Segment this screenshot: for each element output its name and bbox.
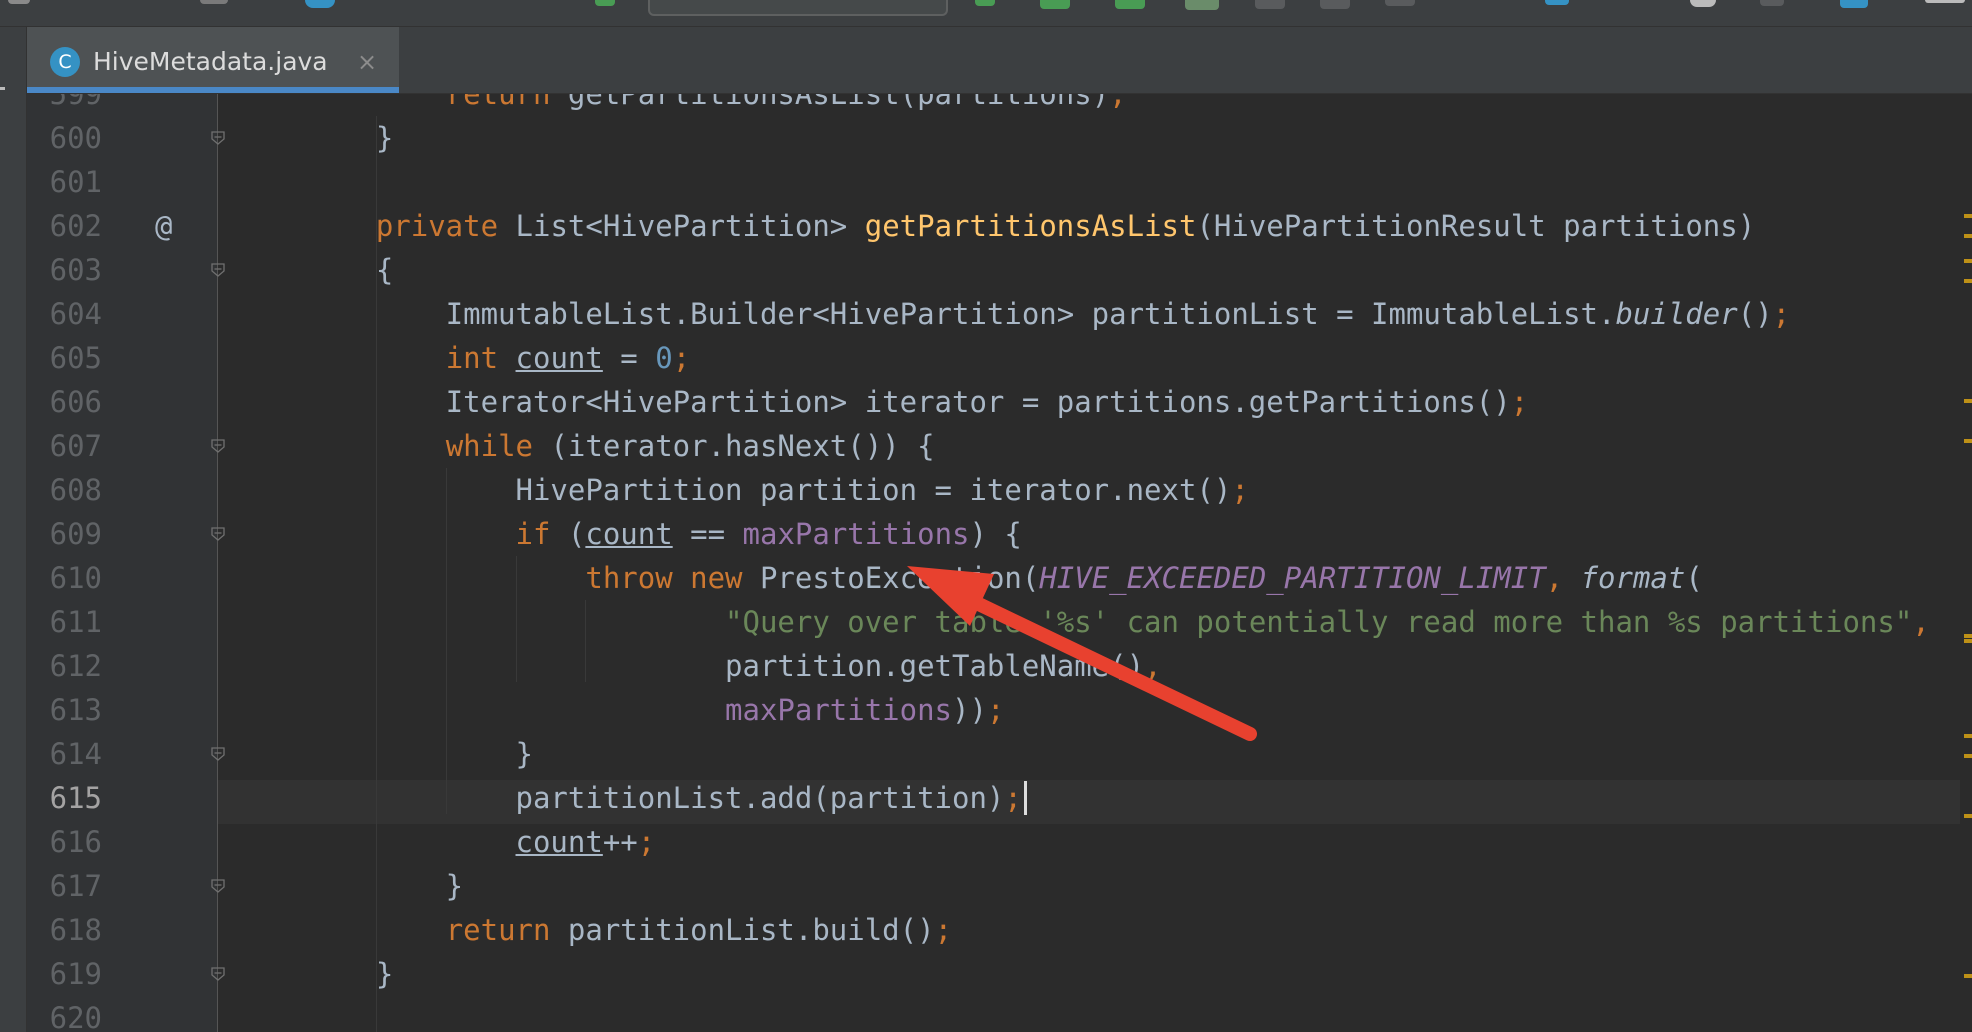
main-toolbar (0, 0, 1972, 27)
active-tab-indicator (27, 87, 399, 93)
vcs-icon[interactable] (1545, 0, 1569, 5)
checkmark-icon[interactable] (595, 0, 615, 6)
red-arrow-annotation (907, 566, 1257, 741)
arrow-shaft (955, 589, 1257, 741)
tab-hivemetadata-java[interactable]: C HiveMetadata.java × (27, 27, 399, 93)
layout-icon[interactable] (1385, 0, 1415, 6)
tab-title: HiveMetadata.java (93, 47, 328, 76)
debug-icon[interactable] (1115, 0, 1145, 9)
run-icon[interactable] (1040, 0, 1070, 9)
java-class-icon: C (50, 47, 80, 77)
profile-icon[interactable] (1255, 0, 1285, 9)
editor-tab-bar: C HiveMetadata.java × (27, 27, 1972, 94)
toolbar-end-icon[interactable] (1925, 0, 1965, 3)
tab-close-icon[interactable]: × (357, 43, 377, 81)
project-icon[interactable] (305, 0, 335, 8)
settings-icon[interactable] (1690, 0, 1716, 7)
strip-marker (0, 87, 5, 90)
code-editor[interactable]: 599 return getPartitionsAsList(partition… (27, 94, 1972, 1032)
build-icon[interactable] (975, 0, 995, 6)
stop-icon[interactable] (1320, 0, 1350, 9)
breadcrumb-icon[interactable] (8, 0, 30, 4)
search-icon[interactable] (1760, 0, 1784, 6)
breadcrumb-separator-icon (200, 0, 228, 4)
structure-icon[interactable] (1840, 0, 1868, 8)
run-configuration-selector[interactable] (648, 0, 948, 16)
coverage-icon[interactable] (1185, 0, 1219, 10)
left-tool-strip (0, 27, 27, 1032)
arrow-head (907, 566, 994, 626)
